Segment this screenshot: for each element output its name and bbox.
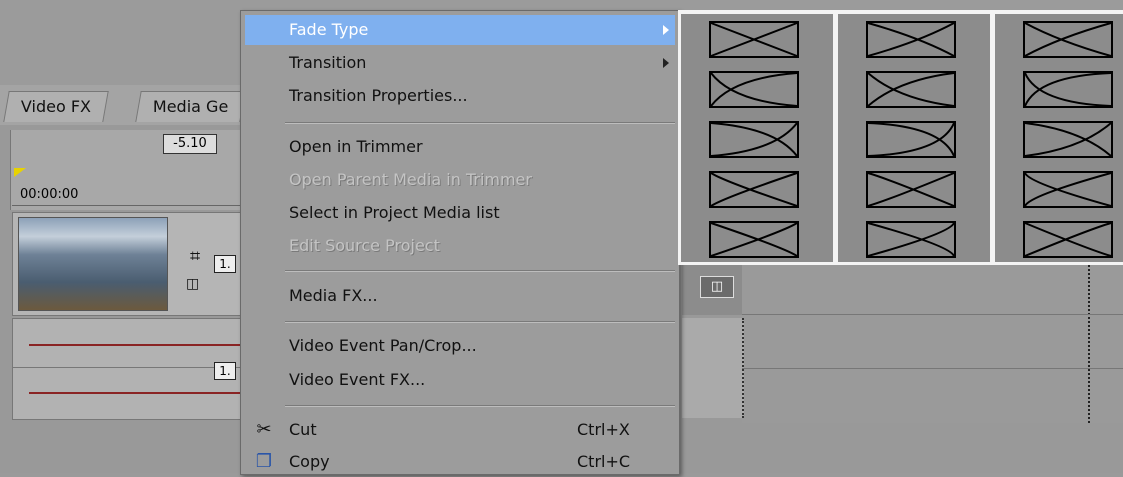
menu-item-media-fx[interactable]: Media FX... [245,281,675,311]
fade-curve-icon [709,121,799,158]
crop-icon[interactable]: ⌗ [190,246,200,267]
menu-separator [285,270,675,272]
fade-curve-option[interactable] [1023,171,1113,208]
fade-column-2 [838,14,990,262]
track-divider [742,314,1123,315]
volume-envelope[interactable] [29,344,249,346]
submenu-arrow-icon [663,25,669,35]
marker-icon [14,168,26,177]
fade-curve-option[interactable] [709,171,799,208]
menu-item-open-parent-media-in-trimmer: Open Parent Media in Trimmer [289,170,532,189]
fade-curve-option[interactable] [866,21,956,58]
pan-crop-icon[interactable]: ◫ [186,276,199,292]
fade-curve-icon [866,171,956,208]
timeline-right-area [742,265,1123,423]
fade-curve-option[interactable] [709,21,799,58]
fade-curve-icon [709,221,799,258]
menu-item-video-event-pan-crop[interactable]: Video Event Pan/Crop... [245,331,675,361]
fade-curve-icon [709,21,799,58]
pan-envelope[interactable] [29,392,249,394]
menu-item-transition-properties[interactable]: Transition Properties... [245,81,675,111]
fade-curve-option[interactable] [709,121,799,158]
fade-curve-option[interactable] [709,71,799,108]
track-divider [13,367,241,368]
track-divider [742,368,1123,369]
fade-curve-option[interactable] [1023,221,1113,258]
tab-media-generators[interactable]: Media Ge [135,91,247,122]
fade-curve-icon [1023,21,1113,58]
fade-curve-icon [1023,121,1113,158]
fade-curve-option[interactable] [709,221,799,258]
menu-item-fade-type[interactable]: Fade Type [245,15,675,45]
timecode-label: 00:00:00 [20,187,79,202]
fade-curve-icon [1023,171,1113,208]
fade-curve-option[interactable] [1023,21,1113,58]
scissors-icon: ✂ [256,419,272,440]
fade-curve-option[interactable] [866,221,956,258]
event-label-box: 1. [214,255,236,273]
fade-column-3 [995,14,1123,262]
fade-column-1 [681,14,833,262]
submenu-arrow-icon [663,58,669,68]
fade-curve-option[interactable] [1023,71,1113,108]
menu-item-edit-source-project: Edit Source Project [289,236,440,255]
menu-item-open-in-trimmer[interactable]: Open in Trimmer [245,132,675,162]
fade-curve-icon [866,121,956,158]
time-offset-badge: -5.10 [163,134,217,154]
fade-curve-icon [866,71,956,108]
fade-curve-icon [866,21,956,58]
menu-item-cut[interactable]: ✂ Cut Ctrl+X [245,415,675,445]
cursor-line [1088,265,1090,423]
fade-curve-option[interactable] [866,171,956,208]
fade-curve-icon [1023,71,1113,108]
menu-item-video-event-fx[interactable]: Video Event FX... [245,365,675,395]
fade-curve-icon [709,171,799,208]
fade-type-submenu [678,10,1123,265]
menu-separator [285,405,675,407]
menu-separator [285,122,675,124]
fade-curve-icon [709,71,799,108]
fade-curve-option[interactable] [866,121,956,158]
event-label-box: 1. [214,362,236,380]
tab-strip: Video FX Media Ge [0,85,250,125]
audio-event-tail[interactable] [682,318,744,418]
menu-item-select-in-project-media[interactable]: Select in Project Media list [245,198,675,228]
audio-track[interactable] [12,318,249,420]
fade-curve-icon [866,221,956,258]
menu-item-transition[interactable]: Transition [245,48,675,78]
fade-curve-icon [1023,221,1113,258]
ruler-divider [12,205,240,206]
context-menu: Fade Type Transition Transition Properti… [240,10,680,475]
fade-curve-option[interactable] [1023,121,1113,158]
video-event-thumbnail[interactable] [18,217,168,311]
copy-icon: ❐ [255,451,273,472]
tab-video-fx[interactable]: Video FX [3,91,109,122]
fade-curve-option[interactable] [866,71,956,108]
pan-crop-icon[interactable]: ◫ [700,276,734,298]
menu-separator [285,321,675,323]
